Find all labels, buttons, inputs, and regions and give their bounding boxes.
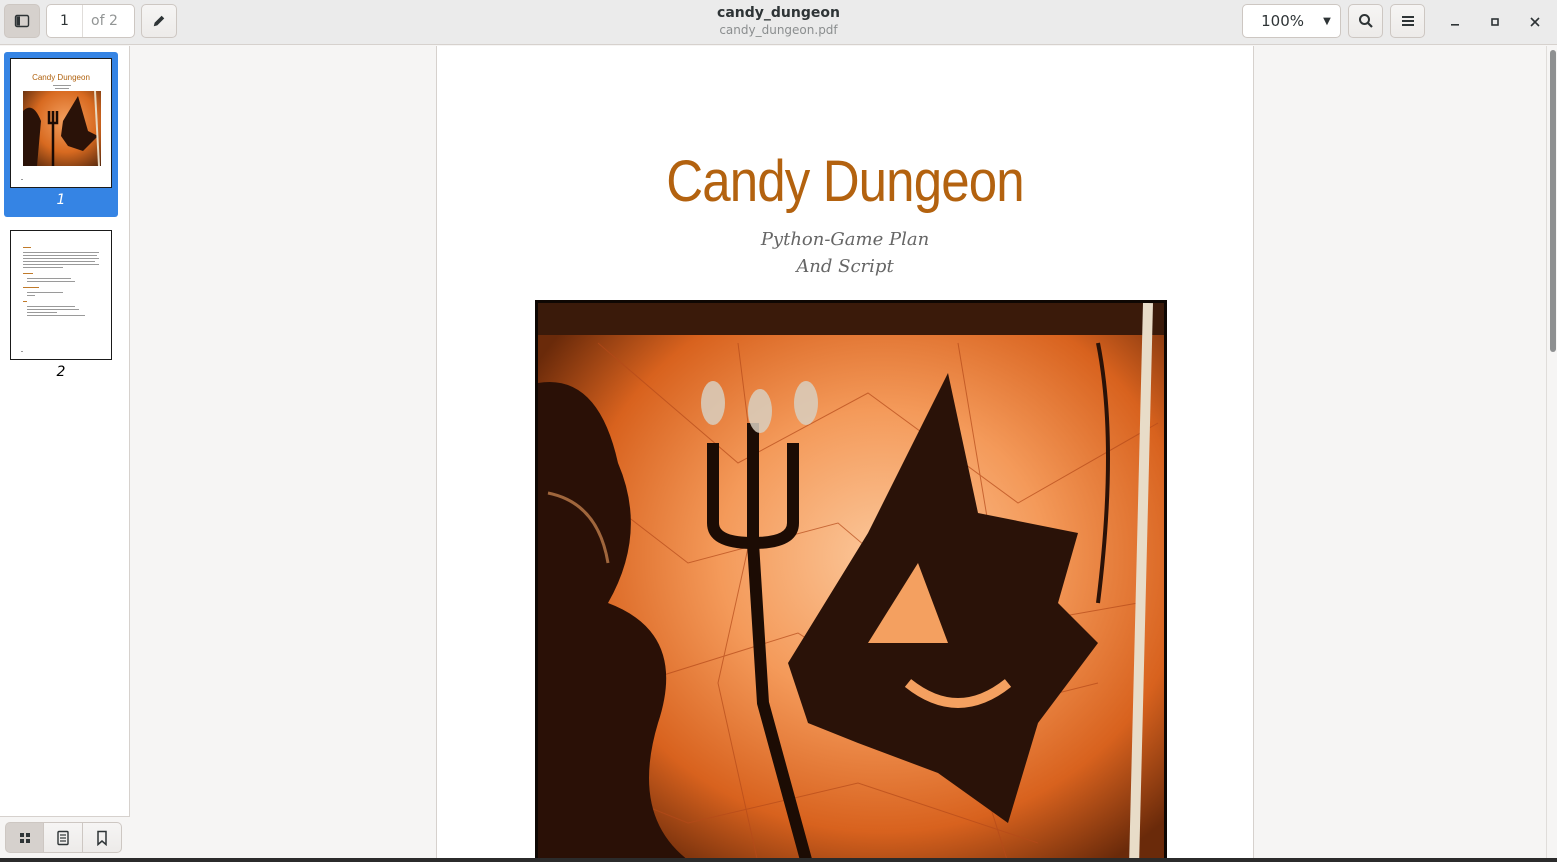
sidebar-view-switcher bbox=[0, 816, 130, 862]
thumbnail-cover-art bbox=[23, 91, 101, 166]
hamburger-menu-icon bbox=[1401, 16, 1414, 26]
outline-view-button[interactable] bbox=[44, 822, 83, 853]
close-button[interactable] bbox=[1522, 9, 1548, 35]
thumbnail-text-line bbox=[27, 278, 71, 279]
maximize-icon bbox=[1491, 18, 1499, 26]
thumbnail-text-line bbox=[53, 85, 71, 86]
minimize-icon bbox=[1451, 24, 1459, 26]
thumbnail-text-line bbox=[23, 267, 63, 268]
thumbnail-text-line bbox=[27, 292, 63, 293]
thumbnail-text-line bbox=[23, 252, 99, 253]
sidebar-toggle-button[interactable] bbox=[4, 4, 40, 38]
thumbnail-text-line bbox=[27, 309, 79, 310]
thumbnail-text-line bbox=[27, 281, 75, 282]
zoom-value: 100% bbox=[1261, 12, 1304, 30]
thumbnail-page-1[interactable]: Candy Dungeon 1 bbox=[4, 52, 118, 217]
chevron-down-icon: ▼ bbox=[1323, 15, 1331, 27]
thumbnail-text-line bbox=[23, 287, 39, 288]
thumbnail-text-line bbox=[23, 247, 31, 248]
scrollbar-thumb[interactable] bbox=[1550, 50, 1556, 352]
thumbnail-image bbox=[10, 230, 112, 360]
document-title: Candy Dungeon bbox=[666, 149, 1024, 214]
thumbnail-text-line bbox=[55, 88, 69, 89]
close-icon bbox=[1530, 17, 1540, 27]
thumbnail-page-label: 1 bbox=[56, 192, 66, 208]
thumbnail-text-line bbox=[27, 312, 57, 313]
thumbnail-text-line bbox=[23, 255, 97, 256]
zoom-select[interactable]: 100% ▼ bbox=[1242, 4, 1341, 38]
pdf-page-1: Candy Dungeon Python-Game Plan And Scrip… bbox=[436, 46, 1254, 862]
thumbnail-title: Candy Dungeon bbox=[32, 73, 90, 82]
thumbnail-text-line bbox=[21, 351, 23, 352]
cover-illustration bbox=[535, 300, 1167, 862]
document-subtitle-line-2: And Script bbox=[796, 256, 894, 277]
document-outline-icon bbox=[57, 830, 69, 845]
search-icon bbox=[1358, 14, 1373, 28]
grid-icon bbox=[19, 832, 30, 843]
thumbnail-text-line bbox=[27, 306, 75, 307]
thumbnail-text-line bbox=[23, 261, 95, 262]
bookmark-icon bbox=[97, 830, 107, 846]
minimize-button[interactable] bbox=[1442, 9, 1468, 35]
thumbnail-text-line bbox=[21, 179, 23, 180]
thumbnail-page-label: 2 bbox=[56, 364, 66, 380]
pencil-icon bbox=[153, 15, 165, 27]
thumbnail-text-line bbox=[27, 295, 35, 296]
window-bottom-edge bbox=[0, 858, 1557, 862]
vertical-scrollbar[interactable] bbox=[1546, 46, 1557, 862]
sidebar-icon bbox=[14, 14, 30, 28]
maximize-button[interactable] bbox=[1482, 9, 1508, 35]
thumbnail-sidebar: Candy Dungeon 1 2 bbox=[0, 46, 130, 862]
document-view[interactable]: Candy Dungeon Python-Game Plan And Scrip… bbox=[131, 46, 1546, 862]
thumbnail-text-line bbox=[23, 273, 33, 274]
thumbnail-text-line bbox=[23, 264, 99, 265]
bookmarks-view-button[interactable] bbox=[83, 822, 122, 853]
page-total-label: of 2 bbox=[91, 13, 118, 29]
thumbnail-text-line bbox=[23, 258, 99, 259]
header-bar: 1 of 2 candy_dungeon candy_dungeon.pdf 1… bbox=[0, 0, 1557, 45]
document-subtitle-line-1: Python-Game Plan bbox=[760, 229, 930, 250]
annotate-button[interactable] bbox=[141, 4, 177, 38]
current-page-field[interactable]: 1 bbox=[47, 5, 83, 37]
thumbnails-view-button[interactable] bbox=[5, 822, 44, 853]
thumbnail-image: Candy Dungeon bbox=[10, 58, 112, 188]
thumbnail-page-2[interactable]: 2 bbox=[4, 224, 118, 389]
thumbnail-text-line bbox=[27, 315, 85, 316]
search-button[interactable] bbox=[1348, 4, 1383, 38]
thumbnail-text-line bbox=[23, 301, 27, 302]
page-number-entry[interactable]: 1 of 2 bbox=[46, 4, 135, 38]
main-menu-button[interactable] bbox=[1390, 4, 1425, 38]
